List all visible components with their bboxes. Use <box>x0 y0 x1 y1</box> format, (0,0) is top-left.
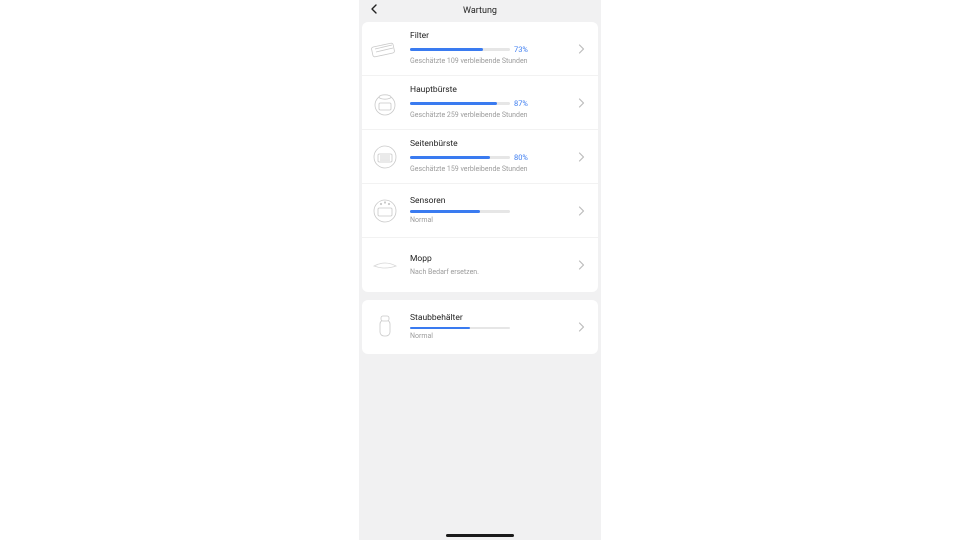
progress-percent: 80% <box>514 153 528 162</box>
item-info: Staubbehälter Normal <box>410 313 572 341</box>
content: Filter 73% Geschätzte 109 verbleibende S… <box>359 22 601 540</box>
progress-row <box>410 210 572 213</box>
item-title: Seitenbürste <box>410 139 572 149</box>
robot-icon <box>368 140 402 174</box>
progress-bar <box>410 327 510 330</box>
item-sensoren[interactable]: Sensoren Normal <box>362 184 598 238</box>
robot-icon <box>368 194 402 228</box>
chevron-right-icon <box>578 260 590 270</box>
maintenance-card-dustbin: Staubbehälter Normal <box>362 300 598 354</box>
item-title: Staubbehälter <box>410 313 572 323</box>
progress-bar <box>410 48 510 51</box>
progress-row: 73% <box>410 45 572 54</box>
app-screen: Wartung Filter 73% Geschätzte 109 verble… <box>359 0 601 540</box>
item-title: Filter <box>410 31 572 41</box>
item-subtitle: Geschätzte 109 verbleibende Stunden <box>410 57 572 66</box>
chevron-right-icon <box>578 98 590 108</box>
item-seitenbuerste[interactable]: Seitenbürste 80% Geschätzte 159 verbleib… <box>362 130 598 184</box>
header: Wartung <box>359 0 601 22</box>
item-info: Sensoren Normal <box>410 196 572 224</box>
item-staubbehaelter[interactable]: Staubbehälter Normal <box>362 300 598 354</box>
item-hauptbuerste[interactable]: Hauptbürste 87% Geschätzte 259 verbleibe… <box>362 76 598 130</box>
back-button[interactable] <box>369 4 383 18</box>
robot-icon <box>368 86 402 120</box>
chevron-right-icon <box>578 206 590 216</box>
item-info: Mopp Nach Bedarf ersetzen. <box>410 254 572 277</box>
chevron-right-icon <box>578 322 590 332</box>
bin-icon <box>368 310 402 344</box>
progress-percent: 73% <box>514 45 528 54</box>
item-subtitle: Geschätzte 259 verbleibende Stunden <box>410 111 572 120</box>
item-subtitle: Nach Bedarf ersetzen. <box>410 268 572 277</box>
item-mopp[interactable]: Mopp Nach Bedarf ersetzen. <box>362 238 598 292</box>
home-indicator <box>446 534 514 537</box>
maintenance-card-main: Filter 73% Geschätzte 109 verbleibende S… <box>362 22 598 292</box>
chevron-left-icon <box>369 4 379 14</box>
progress-row: 80% <box>410 153 572 162</box>
item-subtitle: Geschätzte 159 verbleibende Stunden <box>410 165 572 174</box>
item-title: Hauptbürste <box>410 85 572 95</box>
filter-icon <box>368 32 402 66</box>
progress-row: 87% <box>410 99 572 108</box>
item-subtitle: Normal <box>410 332 572 341</box>
pad-icon <box>368 248 402 282</box>
page-title: Wartung <box>369 6 591 16</box>
item-title: Sensoren <box>410 196 572 206</box>
item-info: Hauptbürste 87% Geschätzte 259 verbleibe… <box>410 85 572 120</box>
chevron-right-icon <box>578 152 590 162</box>
progress-percent: 87% <box>514 99 528 108</box>
progress-bar <box>410 210 510 213</box>
item-title: Mopp <box>410 254 572 264</box>
item-filter[interactable]: Filter 73% Geschätzte 109 verbleibende S… <box>362 22 598 76</box>
progress-bar <box>410 156 510 159</box>
progress-bar <box>410 102 510 105</box>
item-info: Seitenbürste 80% Geschätzte 159 verbleib… <box>410 139 572 174</box>
progress-row <box>410 327 572 330</box>
item-info: Filter 73% Geschätzte 109 verbleibende S… <box>410 31 572 66</box>
chevron-right-icon <box>578 44 590 54</box>
item-subtitle: Normal <box>410 216 572 225</box>
